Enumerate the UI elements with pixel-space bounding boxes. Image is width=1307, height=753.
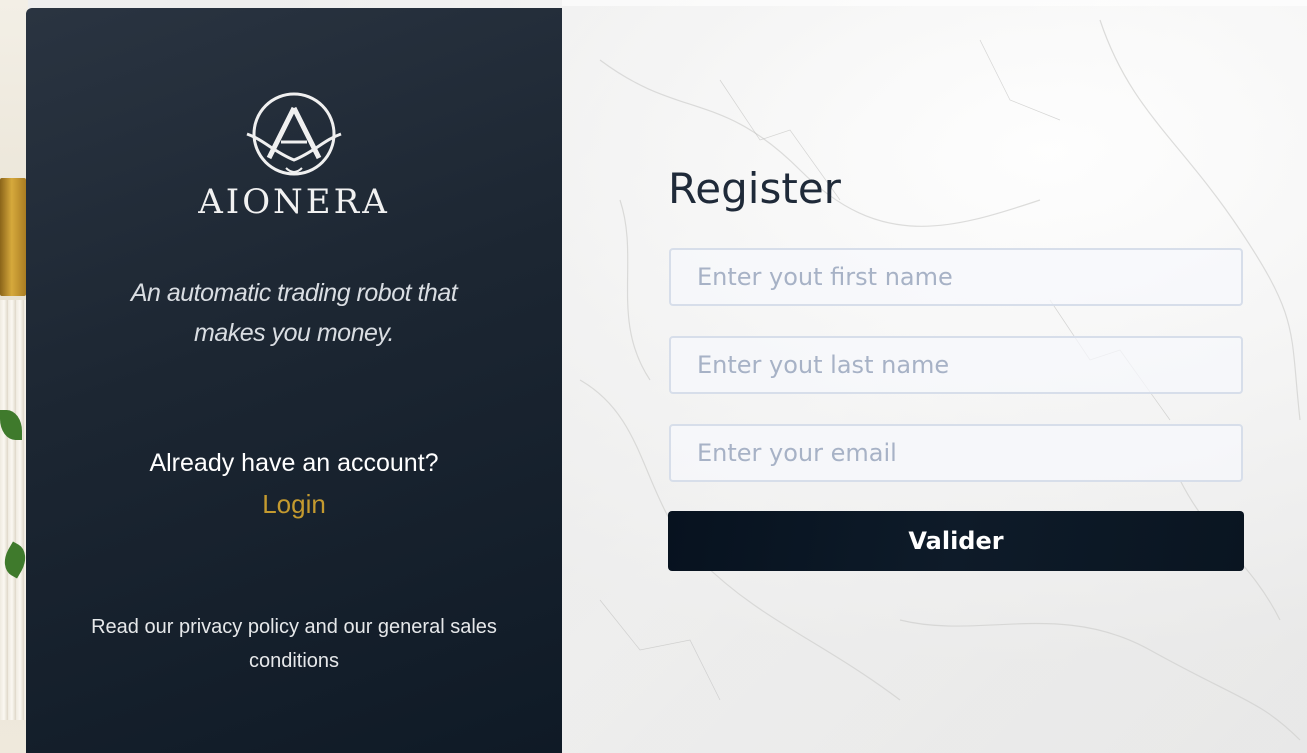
- top-strip: [562, 0, 1307, 6]
- policy-link[interactable]: Read our privacy policy and our general …: [26, 610, 562, 678]
- info-panel: AIONERA An automatic trading robot that …: [26, 8, 562, 753]
- aionera-crest-icon: [246, 92, 342, 176]
- register-title: Register: [668, 164, 841, 213]
- account-question: Already have an account?: [149, 449, 439, 477]
- first-name-input[interactable]: [669, 248, 1243, 306]
- policy-line-1[interactable]: Read our privacy policy and our general …: [54, 610, 534, 644]
- submit-button[interactable]: Valider: [668, 511, 1244, 571]
- brand-name: AIONERA: [198, 182, 390, 222]
- login-link[interactable]: Login: [26, 489, 562, 520]
- tagline: An automatic trading robot that makes yo…: [26, 273, 562, 353]
- email-input[interactable]: [669, 424, 1243, 482]
- brand-logo: AIONERA: [26, 88, 562, 222]
- tagline-line-1: An automatic trading robot that: [130, 279, 458, 307]
- last-name-input[interactable]: [669, 336, 1243, 394]
- policy-line-2[interactable]: conditions: [54, 644, 534, 678]
- gold-column-decor: [0, 178, 26, 296]
- tagline-line-2: makes you money.: [194, 319, 394, 347]
- white-column-decor: [0, 300, 26, 720]
